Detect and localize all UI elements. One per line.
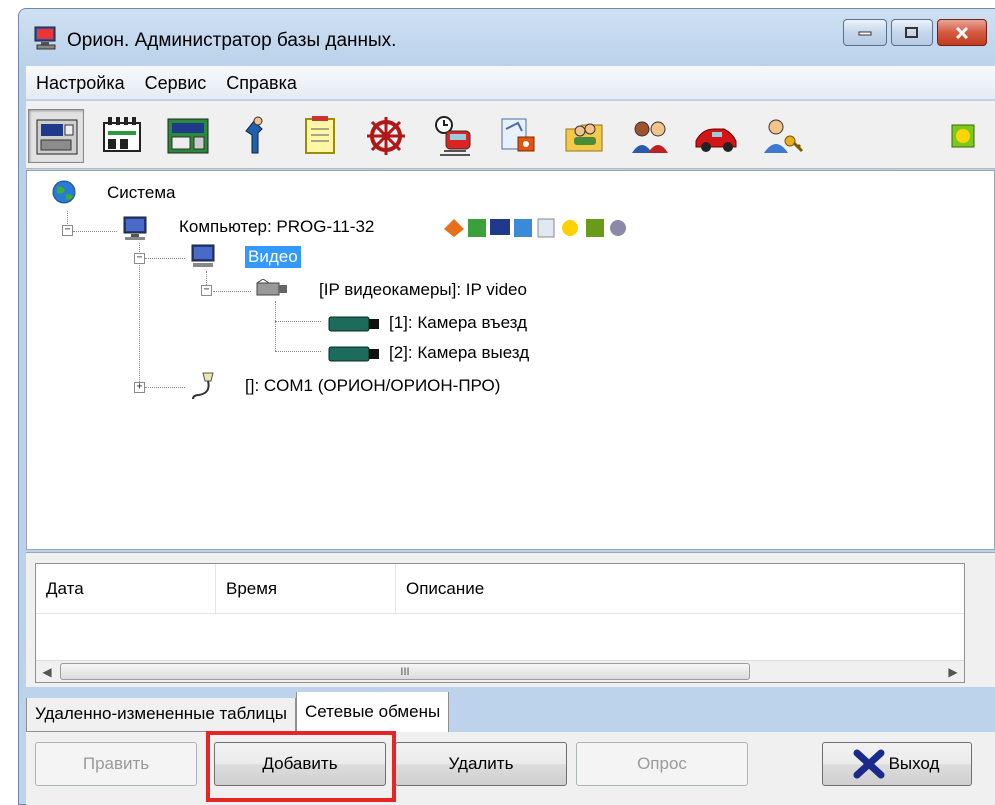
title-bar[interactable]: Орион. Администратор базы данных. [19,9,995,71]
toolbar-car-button[interactable] [688,109,744,163]
controller-icon [103,117,141,152]
toolbar-operator-button[interactable] [226,109,282,163]
tab-remote-changed-tables[interactable]: Удаленно-измененные таблицы [26,698,296,732]
schedule-train-icon [435,116,471,156]
collapse-video-icon[interactable]: − [134,253,145,264]
exit-button[interactable]: Выход [822,742,972,786]
tree-node-camera-2[interactable]: [2]: Камера выезд [389,343,529,363]
video-computer-icon [191,244,215,267]
menu-help[interactable]: Справка [216,69,307,97]
scroll-right-icon[interactable]: ▶ [942,661,964,683]
device-tree[interactable]: Система − Компьютер: PROG-11-32 − Видео … [26,170,995,550]
menu-settings[interactable]: Настройка [26,69,135,97]
tree-node-video[interactable]: Видео [245,246,301,268]
toolbar-module-button[interactable] [160,109,216,163]
tree-node-computer[interactable]: Компьютер: PROG-11-32 [179,217,374,237]
delete-button[interactable]: Удалить [395,742,567,786]
scroll-left-icon[interactable]: ◀ [36,661,58,683]
menu-bar: Настройка Сервис Справка [26,66,995,100]
users-folder-icon [565,123,603,152]
computer-device-icon [36,119,78,155]
tab-network-exchanges[interactable]: Сетевые обмены [295,692,450,732]
poll-button[interactable]: Опрос [576,742,748,786]
tree-node-com1[interactable]: []: COM1 (ОРИОН/ОРИОН-ПРО) [245,376,500,396]
tree-node-camera-1[interactable]: [1]: Камера въезд [389,313,527,333]
toolbar-user-key-button[interactable] [754,109,810,163]
column-date[interactable]: Дата [36,564,216,613]
button-bar: Править Добавить Удалить Опрос Выход [26,732,995,805]
toolbar-computer-button[interactable] [28,109,84,163]
minimize-button[interactable] [843,19,887,46]
document-access-icon [501,118,535,152]
add-button-highlight [206,731,396,802]
toolbar-notepad-button[interactable] [292,109,348,163]
column-time[interactable]: Время [216,564,396,613]
tree-node-ip-cameras[interactable]: [IP видеокамеры]: IP video [319,280,527,300]
toolbar [26,101,995,169]
user-key-icon [764,119,804,153]
wheel-icon [367,117,405,155]
close-icon [955,26,969,39]
com-port-icon [192,372,214,400]
scroll-thumb[interactable]: III [60,663,750,680]
operator-icon [245,116,263,154]
log-list[interactable]: Дата Время Описание ◀ III ▶ [35,563,965,683]
notepad-icon [305,116,335,154]
collapse-ip-cameras-icon[interactable]: − [201,285,212,296]
menu-service[interactable]: Сервис [135,69,217,97]
exit-x-icon [853,749,885,779]
edit-button[interactable]: Править [35,742,197,786]
minimize-icon [858,31,872,35]
module-icon [167,118,209,154]
toolbar-sun-button[interactable] [938,109,988,163]
users-group-icon [632,121,668,153]
column-description[interactable]: Описание [396,564,964,613]
collapse-computer-icon[interactable]: − [62,225,73,236]
window-title: Орион. Администратор базы данных. [67,30,397,51]
camera-entry-icon [328,316,379,332]
horizontal-scrollbar[interactable]: ◀ III ▶ [36,660,964,682]
scroll-grip: III [400,666,410,678]
exit-button-label: Выход [888,754,940,773]
bottom-tabs: Удаленно-измененные таблицы Сетевые обме… [26,688,450,732]
toolbar-users-button[interactable] [622,109,678,163]
tree-node-system[interactable]: Система [107,183,175,203]
computer-icon [123,216,147,240]
toolbar-wheel-button[interactable] [358,109,414,163]
toolbar-schedule-button[interactable] [424,109,480,163]
close-button[interactable] [937,19,987,46]
maximize-icon [905,26,918,38]
toolbar-access-button[interactable] [490,109,546,163]
ip-camera-icon [256,279,287,296]
toolbar-users-folder-button[interactable] [556,109,612,163]
globe-icon [52,180,76,204]
log-panel: Дата Время Описание ◀ III ▶ [26,552,995,687]
expand-com-icon[interactable]: + [134,382,145,393]
computer-services-icon [444,218,626,238]
app-computer-icon [34,26,56,50]
camera-exit-icon [328,346,379,362]
car-icon [695,128,737,152]
toolbar-controller-button[interactable] [94,109,150,163]
sun-icon [951,124,975,148]
maximize-button[interactable] [891,19,933,46]
